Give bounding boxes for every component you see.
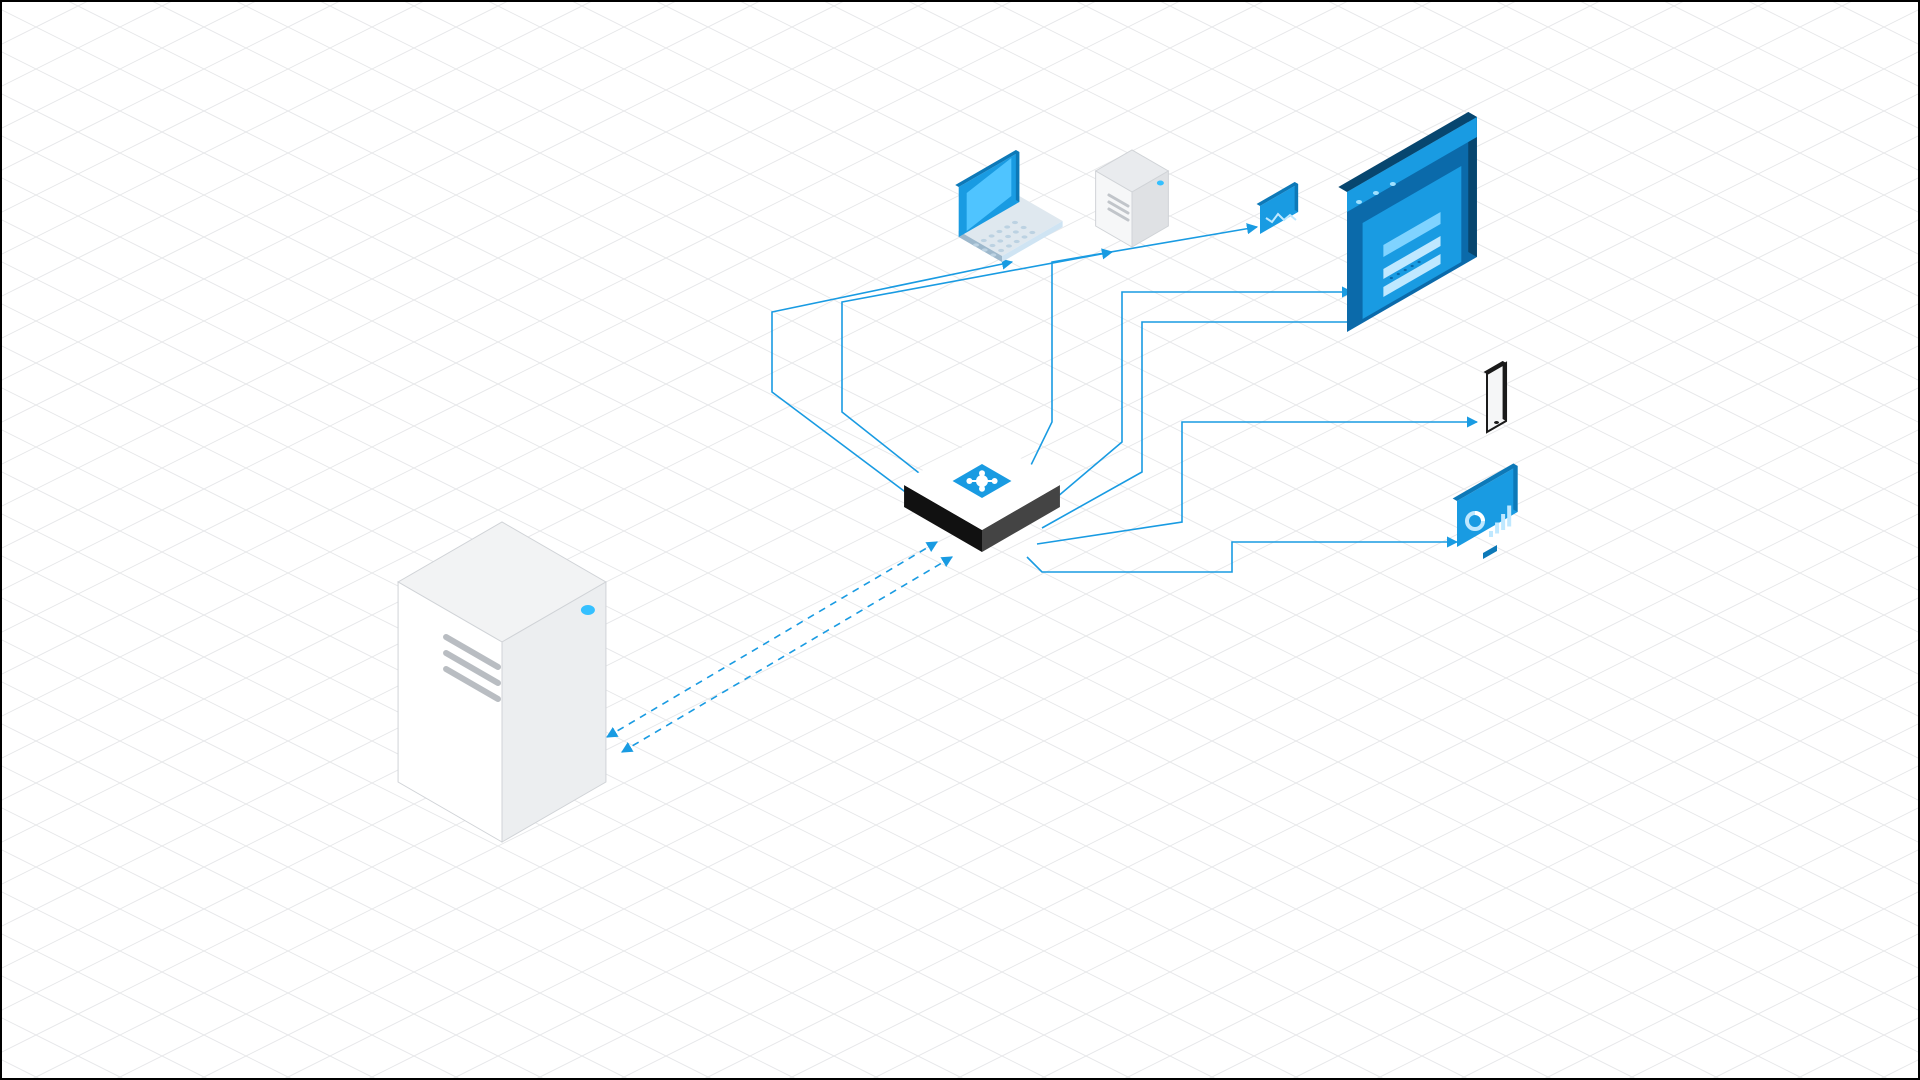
edge-server-icon bbox=[1096, 150, 1169, 247]
payment-card-icon bbox=[1257, 182, 1299, 234]
iso-grid bbox=[2, 2, 1918, 1078]
diagram-stage bbox=[0, 0, 1920, 1080]
laptop-icon bbox=[955, 150, 1062, 262]
diagram-svg bbox=[2, 2, 1918, 1078]
web-app-icon bbox=[1338, 112, 1477, 332]
dashboard-icon bbox=[1453, 464, 1518, 560]
phone-icon bbox=[1484, 361, 1507, 432]
backend-server-icon bbox=[398, 522, 606, 842]
